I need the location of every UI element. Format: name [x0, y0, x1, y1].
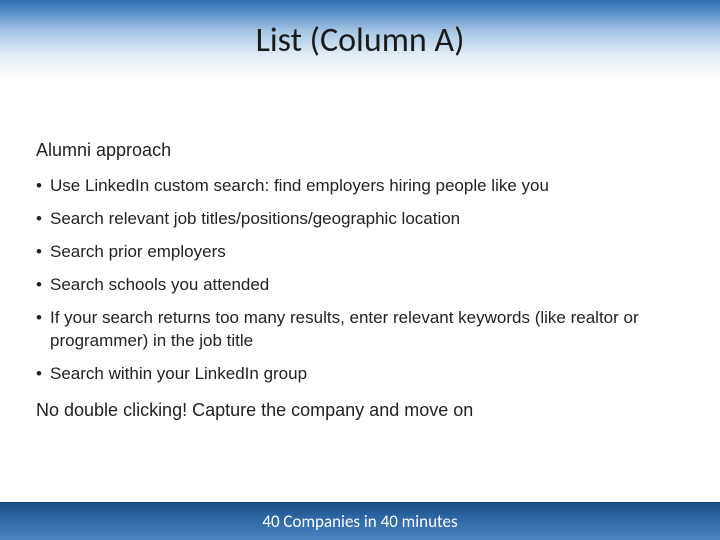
bullet-list: Use LinkedIn custom search: find employe… — [36, 175, 684, 386]
header-band: List (Column A) — [0, 0, 720, 100]
list-item: Search within your LinkedIn group — [36, 363, 684, 386]
list-item: If your search returns too many results,… — [36, 307, 684, 353]
closing-text: No double clicking! Capture the company … — [36, 400, 684, 421]
list-item: Use LinkedIn custom search: find employe… — [36, 175, 684, 198]
list-item: Search prior employers — [36, 241, 684, 264]
footer-text: 40 Companies in 40 minutes — [262, 511, 457, 532]
content-area: Alumni approach Use LinkedIn custom sear… — [36, 140, 684, 421]
list-item: Search relevant job titles/positions/geo… — [36, 208, 684, 231]
list-item: Search schools you attended — [36, 274, 684, 297]
footer-band: 40 Companies in 40 minutes — [0, 502, 720, 540]
slide-title: List (Column A) — [256, 20, 465, 61]
lead-text: Alumni approach — [36, 140, 684, 161]
